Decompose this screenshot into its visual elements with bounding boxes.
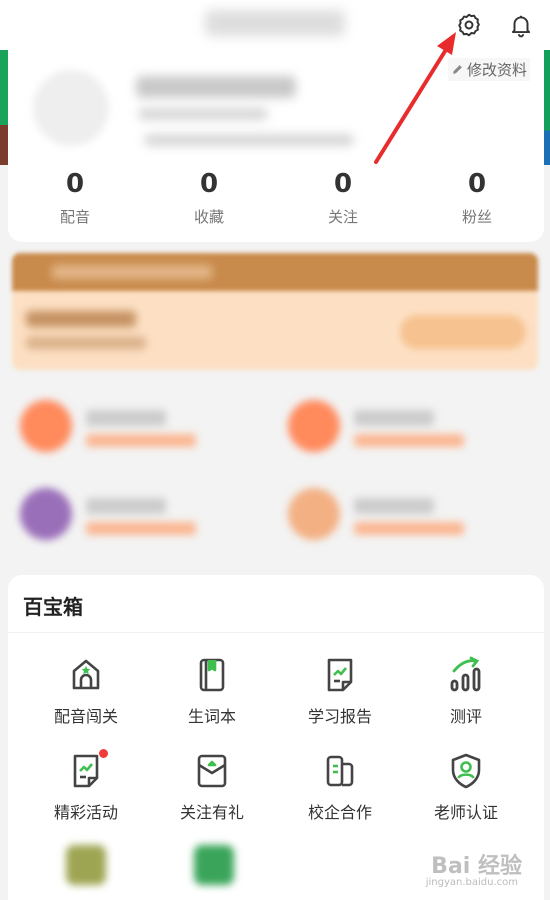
annotation-arrow	[374, 32, 456, 164]
watermark-url: jingyan.baidu.com	[425, 877, 518, 888]
watermark-logo: Bai 经验	[431, 854, 522, 879]
